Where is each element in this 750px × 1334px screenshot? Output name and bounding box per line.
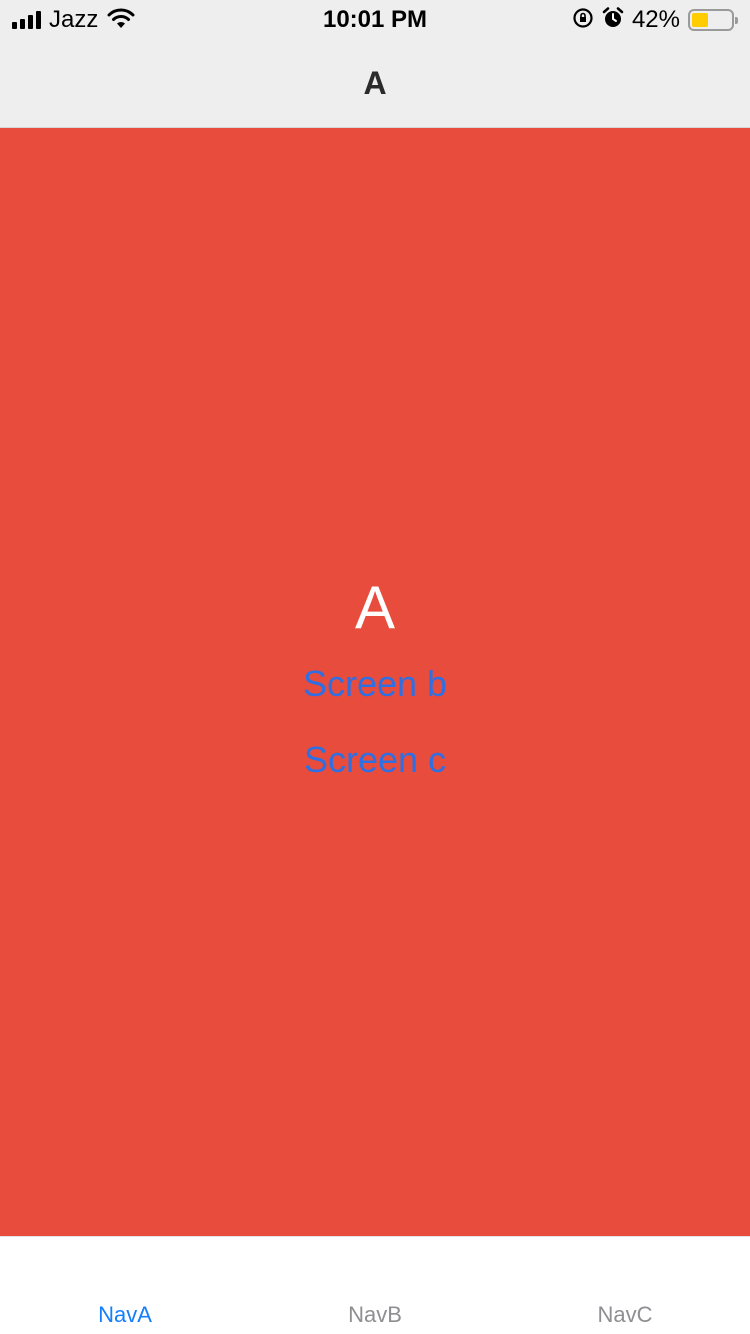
screen-c-link[interactable]: Screen c bbox=[0, 738, 750, 782]
tab-bar: NavA NavB NavC bbox=[0, 1236, 750, 1334]
screen-b-link[interactable]: Screen b bbox=[0, 662, 750, 706]
navigation-header: A bbox=[0, 40, 750, 128]
tab-nava[interactable]: NavA bbox=[0, 1237, 250, 1334]
battery-percent: 42% bbox=[631, 6, 680, 33]
orientation-lock-icon bbox=[572, 7, 594, 34]
tab-navc[interactable]: NavC bbox=[500, 1237, 750, 1334]
wifi-icon bbox=[106, 7, 136, 34]
status-bar: Jazz 10:01 PM 42% bbox=[0, 0, 750, 40]
carrier-name: Jazz bbox=[49, 6, 99, 33]
battery-icon bbox=[688, 9, 738, 31]
tab-label: NavB bbox=[348, 1302, 402, 1327]
status-left: Jazz bbox=[12, 6, 136, 34]
tab-label: NavA bbox=[98, 1302, 152, 1327]
status-right: 42% bbox=[572, 6, 738, 34]
header-title: A bbox=[363, 65, 387, 101]
screen-title: A bbox=[354, 574, 396, 641]
tab-navb[interactable]: NavB bbox=[250, 1237, 500, 1334]
tab-label: NavC bbox=[597, 1302, 653, 1327]
battery-level bbox=[692, 13, 708, 27]
alarm-icon bbox=[602, 6, 624, 34]
screen-a: A Screen b Screen c bbox=[0, 128, 750, 1236]
signal-icon bbox=[12, 11, 41, 29]
